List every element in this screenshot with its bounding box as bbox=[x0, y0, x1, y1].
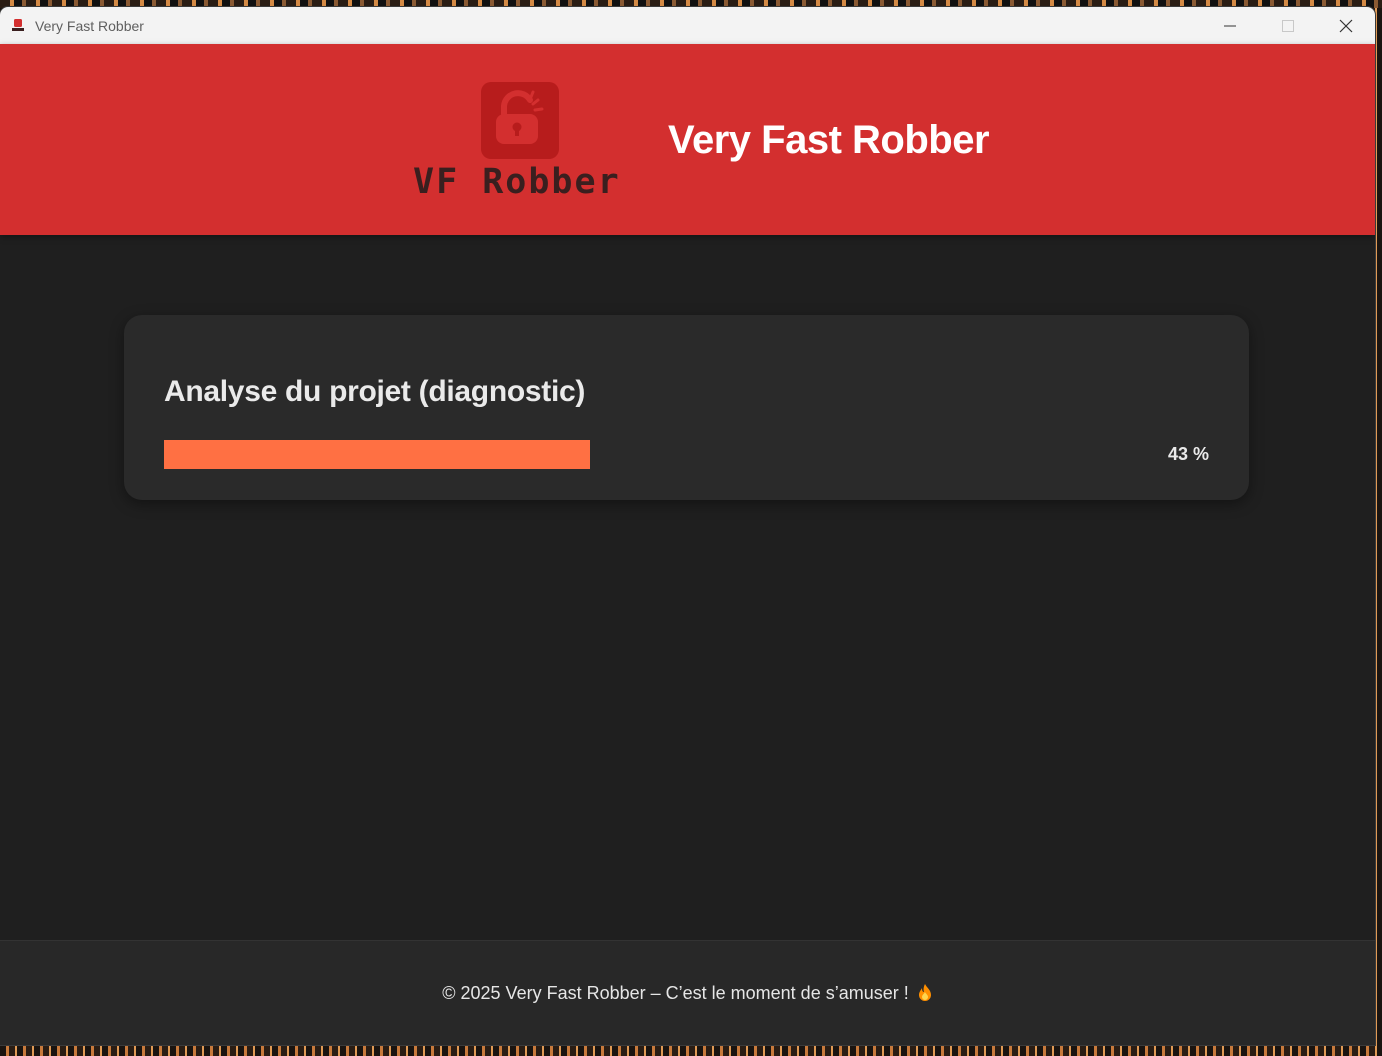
progress-percent: 43 % bbox=[1167, 444, 1209, 464]
app-window: Very Fast Robber VF Robber Very Fast Rob… bbox=[0, 7, 1375, 1045]
title-bar[interactable]: Very Fast Robber bbox=[0, 7, 1375, 44]
app-logo: VF Robber bbox=[410, 82, 630, 207]
close-icon bbox=[1339, 19, 1353, 32]
minimize-button[interactable] bbox=[1201, 7, 1259, 44]
minimize-icon bbox=[1224, 25, 1236, 26]
app-footer: © 2025 Very Fast Robber – C’est le momen… bbox=[0, 940, 1375, 1045]
progress-bar bbox=[164, 440, 1154, 469]
header-title: Very Fast Robber bbox=[668, 118, 990, 162]
footer-text: © 2025 Very Fast Robber – C’est le momen… bbox=[442, 982, 909, 1003]
flame-icon bbox=[917, 983, 933, 1003]
progress-fill bbox=[164, 440, 590, 469]
maximize-button[interactable] bbox=[1259, 7, 1317, 44]
progress-card: Analyse du projet (diagnostic) 43 % bbox=[124, 315, 1249, 500]
task-title: Analyse du projet (diagnostic) bbox=[164, 375, 586, 408]
maximize-icon bbox=[1282, 19, 1294, 32]
footer-text-wrap: © 2025 Very Fast Robber – C’est le momen… bbox=[442, 983, 932, 1004]
app-header: VF Robber Very Fast Robber bbox=[0, 44, 1375, 235]
window-title: Very Fast Robber bbox=[35, 17, 144, 34]
window-controls bbox=[1201, 7, 1375, 44]
app-icon bbox=[10, 18, 26, 34]
close-button[interactable] bbox=[1317, 7, 1375, 44]
logo-wordmark: VF Robber bbox=[413, 162, 621, 202]
